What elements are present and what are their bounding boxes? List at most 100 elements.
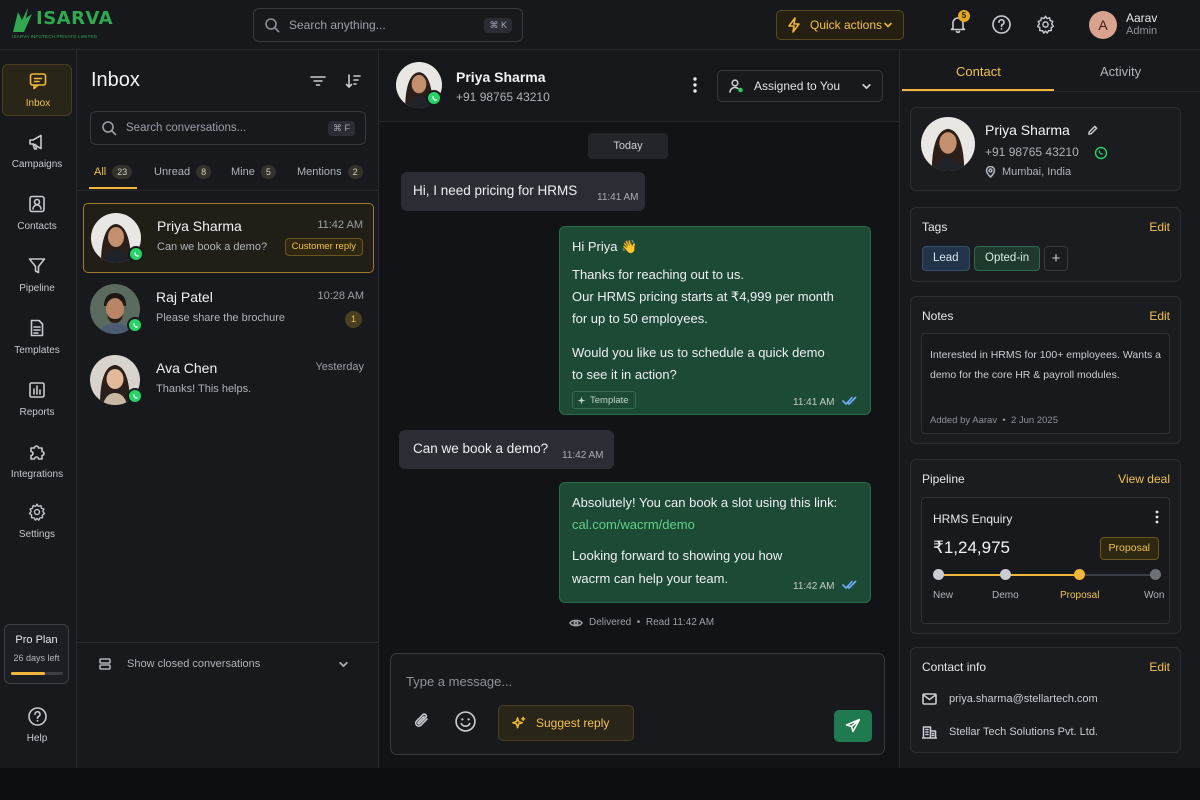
sort-icon <box>345 74 361 88</box>
edit-notes-button[interactable]: Edit <box>1149 309 1170 323</box>
plan-progress-fill <box>11 672 45 675</box>
nav-item-pipeline[interactable]: Pipeline <box>2 250 72 302</box>
plan-card[interactable]: Pro Plan 26 days left <box>4 624 69 684</box>
nav-item-templates[interactable]: Templates <box>2 312 72 364</box>
megaphone-icon <box>29 134 42 150</box>
tag-chip[interactable]: Opted-in <box>974 246 1041 271</box>
tab-count: 2 <box>347 165 363 179</box>
send-button[interactable] <box>834 710 872 742</box>
tab-mine[interactable]: Mine 5 <box>231 165 276 179</box>
message-text: Hi, I need pricing for HRMS <box>413 183 578 198</box>
message-incoming[interactable]: Can we book a demo? 11:42 AM <box>399 430 614 469</box>
attach-button[interactable] <box>411 710 433 732</box>
inbox-title: Inbox <box>91 69 140 91</box>
stage-dot[interactable] <box>933 569 944 580</box>
tab-mentions[interactable]: Mentions 2 <box>297 165 363 179</box>
demo-link[interactable]: cal.com/wacrm/demo <box>572 517 695 532</box>
template-tag: Template <box>572 391 636 409</box>
nav-item-integrations[interactable]: Integrations <box>2 436 72 488</box>
conversation-item[interactable]: Raj Patel 10:28 AM Please share the broc… <box>83 275 374 345</box>
stage-dot[interactable] <box>1150 569 1161 580</box>
tab-activity[interactable]: Activity <box>1100 64 1141 79</box>
message-snippet: Can we book a demo? <box>157 241 268 253</box>
quick-actions-label: Quick actions <box>810 18 883 32</box>
quick-actions-button[interactable]: Quick actions <box>776 10 904 40</box>
nav-item-reports[interactable]: Reports <box>2 374 72 426</box>
suggest-reply-button[interactable]: Suggest reply <box>498 705 634 741</box>
nav-item-contacts[interactable]: Contacts <box>2 188 72 240</box>
assignee-label: Assigned to You <box>754 79 841 93</box>
message-line: for up to 50 employees. <box>572 311 708 326</box>
contact-card-icon <box>29 195 45 213</box>
conversation-item[interactable]: Ava Chen Yesterday Thanks! This helps. <box>83 346 374 416</box>
settings-button[interactable] <box>1035 14 1056 35</box>
tab-unread[interactable]: Unread 8 <box>154 165 212 179</box>
company-row: Stellar Tech Solutions Pvt. Ltd. <box>922 725 1098 739</box>
view-deal-link[interactable]: View deal <box>1118 472 1170 486</box>
whatsapp-icon <box>128 246 144 262</box>
email-row[interactable]: priya.sharma@stellartech.com <box>922 693 1098 705</box>
funnel-icon <box>28 258 46 274</box>
nav-label: Reports <box>19 407 55 418</box>
notes-card: Notes Edit Interested in HRMS for 100+ e… <box>910 296 1181 444</box>
emoji-button[interactable] <box>454 710 477 733</box>
show-closed-toggle[interactable]: Show closed conversations <box>99 658 349 670</box>
contact-name: Ava Chen <box>156 360 218 376</box>
edit-contact-info-button[interactable]: Edit <box>1149 660 1170 674</box>
tag-chip[interactable]: Lead <box>922 246 970 271</box>
send-icon <box>845 718 861 733</box>
logo[interactable]: ISARVA ISARVA INFOTECH PRIVATE LIMITED <box>10 6 113 44</box>
top-bar: ISARVA ISARVA INFOTECH PRIVATE LIMITED S… <box>0 0 1200 50</box>
message-outgoing[interactable]: Hi Priya 👋 Thanks for reaching out to us… <box>559 226 871 415</box>
notes-box[interactable]: Interested in HRMS for 100+ employees. W… <box>921 333 1170 434</box>
message-composer[interactable]: Type a message... Suggest reply <box>390 653 885 755</box>
search-icon <box>102 121 117 136</box>
status-badge: Customer reply <box>284 238 363 256</box>
user-name[interactable]: Aarav <box>1126 11 1157 25</box>
whatsapp-icon <box>1094 146 1108 160</box>
tab-count: 5 <box>260 165 276 179</box>
gear-icon <box>1036 15 1055 34</box>
tab-all[interactable]: All 23 <box>94 165 133 179</box>
edit-name-button[interactable] <box>1087 125 1098 136</box>
template-label: Template <box>590 394 629 406</box>
message-incoming[interactable]: Hi, I need pricing for HRMS 11:41 AM <box>401 172 645 211</box>
sort-button[interactable] <box>344 72 362 90</box>
nav-label: Settings <box>18 529 56 540</box>
inbox-panel: Inbox Search conversations... ⌘ F All 23… <box>77 50 379 768</box>
conversation-item[interactable]: Priya Sharma 11:42 AM Can we book a demo… <box>83 203 374 273</box>
puzzle-icon <box>30 445 45 460</box>
nav-item-settings[interactable]: Settings <box>2 496 72 548</box>
conversation-search-input[interactable]: Search conversations... ⌘ F <box>90 111 366 145</box>
nav-label: Inbox <box>25 98 51 109</box>
nav-item-inbox[interactable]: Inbox <box>2 64 72 116</box>
contact-name: Priya Sharma <box>985 122 1070 138</box>
add-tag-button[interactable]: + <box>1044 246 1068 271</box>
chevron-down-icon <box>339 661 348 667</box>
more-options-button[interactable] <box>693 76 697 94</box>
nav-label: Pipeline <box>19 283 55 294</box>
filter-button[interactable] <box>309 72 327 90</box>
stage-label: New <box>933 590 954 601</box>
stage-dot[interactable] <box>1074 569 1085 580</box>
user-avatar[interactable]: A <box>1089 11 1117 39</box>
tab-contact[interactable]: Contact <box>956 64 1001 79</box>
location-text: Mumbai, India <box>1002 166 1072 178</box>
message-outgoing[interactable]: Absolutely! You can book a slot using th… <box>559 482 871 603</box>
tab-label: Mentions <box>297 166 342 178</box>
global-search-input[interactable]: Search anything... ⌘ K <box>253 8 523 42</box>
deal-name: HRMS Enquiry <box>933 512 1013 526</box>
stage-label: Demo <box>992 590 1019 601</box>
deal-box[interactable]: HRMS Enquiry ₹1,24,975 Proposal New Demo… <box>921 497 1170 624</box>
nav-item-campaigns[interactable]: Campaigns <box>2 126 72 178</box>
assignee-dropdown[interactable]: Assigned to You <box>717 70 883 102</box>
company-text: Stellar Tech Solutions Pvt. Ltd. <box>949 726 1098 738</box>
help-button[interactable] <box>991 14 1012 35</box>
edit-tags-button[interactable]: Edit <box>1149 220 1170 234</box>
nav-item-help[interactable]: Help <box>2 700 72 752</box>
message-snippet: Please share the brochure <box>156 312 286 324</box>
email-text: priya.sharma@stellartech.com <box>949 693 1098 705</box>
deal-options-button[interactable] <box>1155 510 1159 524</box>
stage-dot[interactable] <box>1000 569 1011 580</box>
active-tab-indicator <box>89 187 137 189</box>
